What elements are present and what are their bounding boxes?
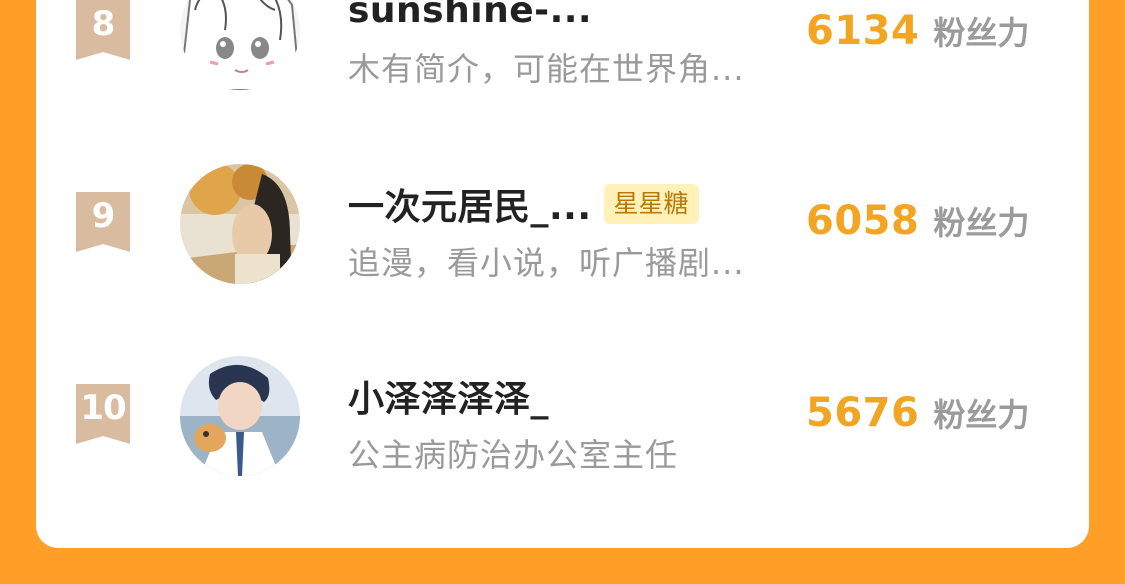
score-unit: 粉丝力: [933, 204, 1030, 242]
fan-power-score: 6058 粉丝力: [806, 198, 1029, 248]
avatar[interactable]: [180, 356, 300, 476]
rank-number: 10: [80, 388, 126, 428]
leaderboard-row[interactable]: 9 一次元居民_... 星星糖 追漫，看小说，听广播剧... 6058 粉丝力: [36, 154, 1089, 284]
rank-ribbon-badge: 10: [76, 384, 130, 444]
user-name[interactable]: 小泽泽泽泽_: [348, 370, 549, 422]
score-unit: 粉丝力: [933, 396, 1030, 434]
rank-number: 8: [91, 4, 116, 44]
score-value: 6058: [806, 198, 920, 244]
rank-ribbon-badge: 8: [76, 0, 130, 60]
avatar-image: [180, 356, 300, 476]
score-value: 5676: [806, 390, 920, 436]
rank-number: 9: [91, 196, 116, 236]
score-value: 6134: [806, 8, 920, 54]
leaderboard-row[interactable]: 8 sunshine-... 木有简介，可能在世界角... 6134 粉丝力: [36, 0, 1089, 90]
user-bio: 公主病防治办公室主任: [348, 436, 679, 474]
avatar[interactable]: [180, 164, 300, 284]
leaderboard-row[interactable]: 10 小泽泽泽泽_ 公主病防治办公室主任 5676 粉丝力: [36, 346, 1089, 476]
leaderboard-card: 8 sunshine-... 木有简介，可能在世界角... 6134 粉丝力 9…: [36, 0, 1089, 548]
user-name[interactable]: sunshine-...: [348, 0, 592, 31]
fan-power-score: 5676 粉丝力: [806, 390, 1029, 440]
avatar[interactable]: [180, 0, 300, 90]
score-unit: 粉丝力: [933, 14, 1030, 52]
user-bio: 木有简介，可能在世界角...: [348, 50, 745, 88]
rank-ribbon-badge: 9: [76, 192, 130, 252]
user-bio: 追漫，看小说，听广播剧...: [348, 244, 745, 282]
user-name[interactable]: 一次元居民_...: [348, 178, 592, 230]
avatar-image: [180, 164, 300, 284]
fan-power-score: 6134 粉丝力: [806, 8, 1029, 58]
user-title-badge: 星星糖: [603, 184, 699, 224]
avatar-image: [180, 0, 300, 90]
